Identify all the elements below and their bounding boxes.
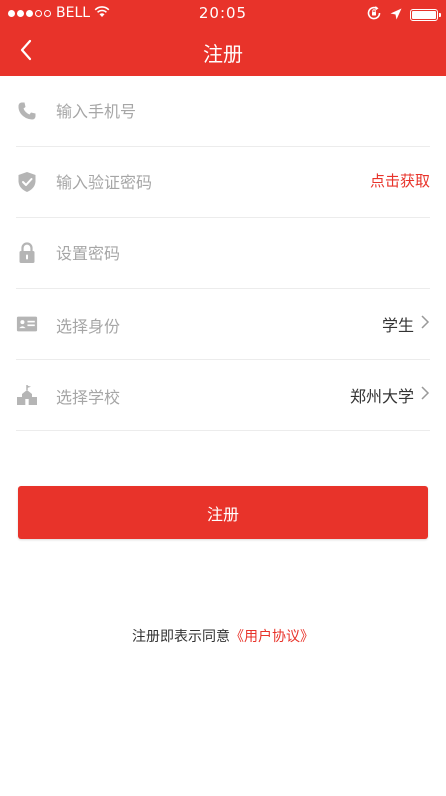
school-icon (16, 384, 38, 406)
status-bar: BELL 20:05 (0, 0, 446, 28)
register-form: 点击获取 选择身份 学生 选择学校 郑州大学 (0, 76, 446, 431)
chevron-right-icon (420, 385, 430, 405)
phone-input[interactable] (56, 76, 336, 146)
register-button[interactable]: 注册 (18, 486, 428, 539)
school-value: 郑州大学 (349, 387, 414, 406)
phone-icon (16, 100, 38, 122)
verification-code-input[interactable] (56, 147, 336, 217)
page-title: 注册 (203, 42, 243, 66)
identity-row[interactable]: 选择身份 学生 (16, 289, 430, 360)
get-code-button[interactable]: 点击获取 (370, 170, 430, 191)
agreement-notice: 注册即表示同意《用户协议》 (0, 626, 446, 646)
nav-bar: 注册 (0, 28, 446, 76)
location-arrow-icon (390, 6, 402, 24)
status-right (366, 5, 441, 25)
school-row[interactable]: 选择学校 郑州大学 (16, 360, 430, 431)
identity-label: 选择身份 (56, 317, 121, 336)
phone-row (16, 76, 430, 147)
id-card-icon (16, 313, 38, 335)
code-row: 点击获取 (16, 147, 430, 218)
header: BELL 20:05 注册 (0, 0, 446, 76)
school-select[interactable]: 郑州大学 (350, 383, 430, 407)
school-label: 选择学校 (56, 388, 121, 407)
shield-icon (16, 171, 38, 193)
password-input[interactable] (56, 218, 336, 288)
identity-value: 学生 (381, 316, 414, 335)
lock-icon (16, 242, 38, 264)
identity-select[interactable]: 学生 (382, 312, 430, 336)
rotation-lock-icon (366, 5, 382, 25)
agreement-text: 注册即表示同意 (132, 629, 230, 645)
battery-icon (410, 9, 441, 21)
chevron-right-icon (420, 314, 430, 334)
password-row (16, 218, 430, 289)
user-agreement-link[interactable]: 《用户协议》 (230, 629, 314, 645)
